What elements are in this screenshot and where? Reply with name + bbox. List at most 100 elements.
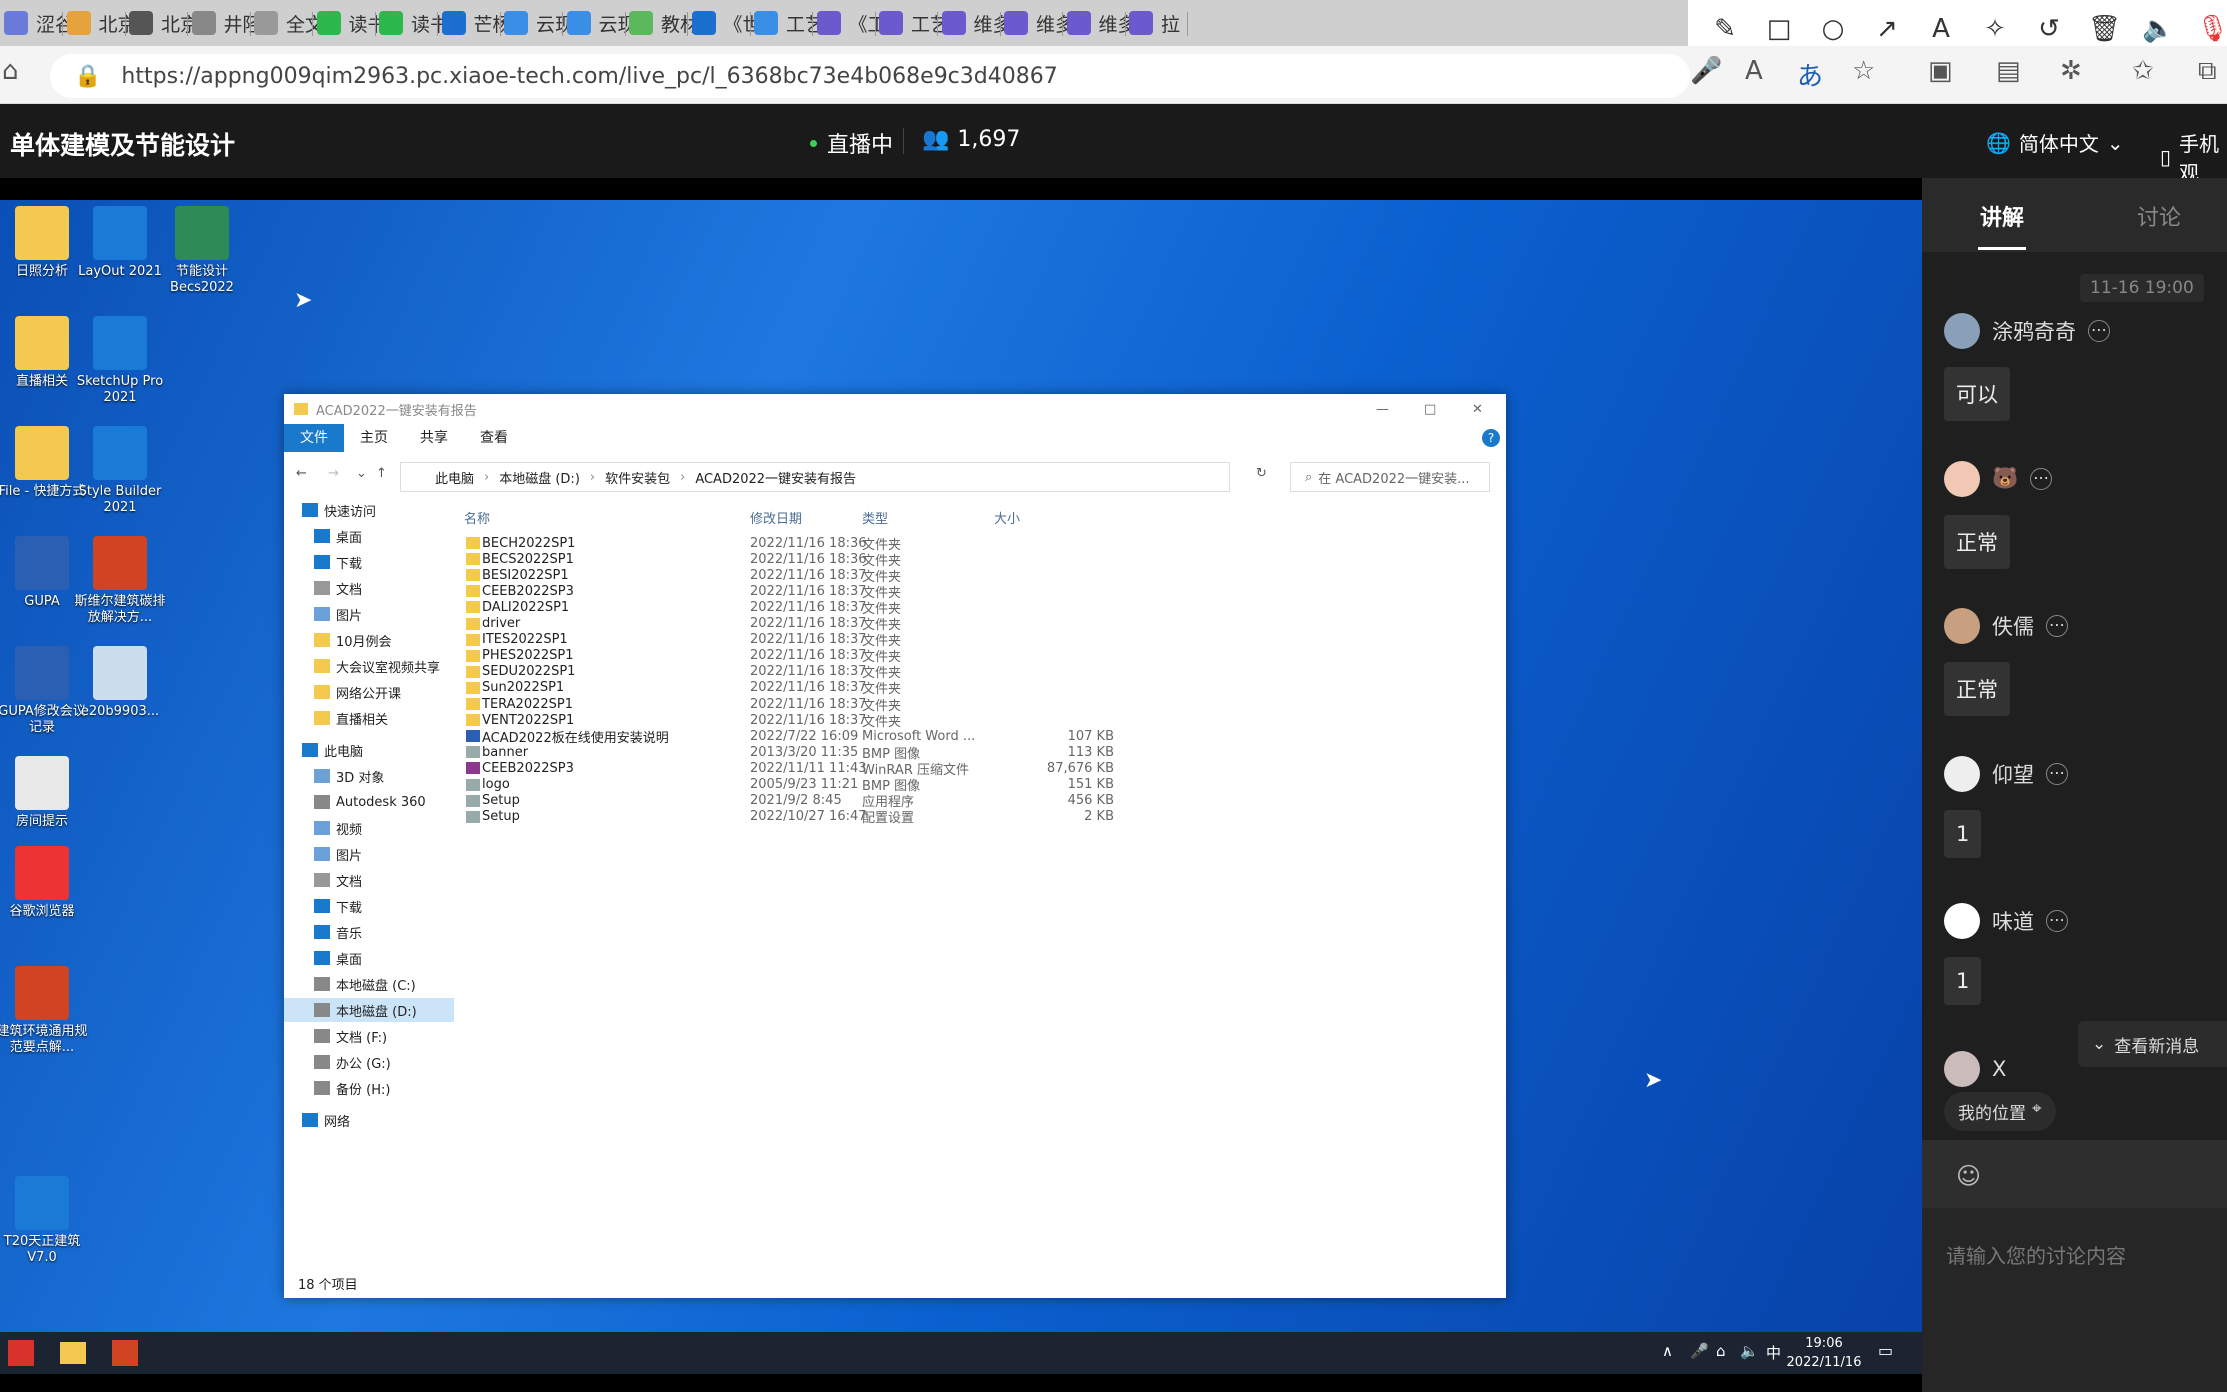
browser-tab[interactable]: 工艺 (754, 6, 824, 40)
live-video[interactable]: 日照分析 LayOut 2021 节能设计Becs2022 直播相关 SketchUp … (0, 178, 1922, 1392)
more-options-icon[interactable]: ⋯ (2030, 467, 2053, 490)
tab-discussion[interactable]: 讨论 (2137, 200, 2181, 232)
file-explorer-taskbar-icon[interactable] (60, 1342, 86, 1364)
favorite-add-icon[interactable]: ☆ (1852, 56, 1875, 86)
nav-item[interactable]: 10月例会 (314, 628, 392, 652)
browser-tab[interactable]: 井陉 (191, 6, 262, 40)
magic-wand-icon[interactable]: ✧ (1980, 14, 2010, 44)
nav-item[interactable]: 网络公开课 (314, 680, 401, 704)
browser-tab[interactable]: 云现 (566, 6, 637, 40)
nav-item[interactable]: Autodesk 360 (314, 790, 426, 814)
ribbon-tab-file[interactable]: 文件 (284, 424, 344, 452)
tray-mic-icon[interactable]: 🎤 (1690, 1342, 1709, 1360)
browser-tab[interactable]: 芒杨 (441, 6, 512, 40)
browser-tab[interactable]: 北京 (66, 6, 137, 40)
speaker-icon[interactable]: 🔈 (2142, 14, 2174, 44)
view-new-messages-button[interactable]: ⌄ 查看新消息 (2078, 1021, 2227, 1067)
ribbon-tab-home[interactable]: 主页 (344, 424, 404, 452)
nav-item[interactable]: 备份 (H:) (314, 1076, 390, 1100)
refresh-icon[interactable]: ↻ (1256, 466, 1267, 481)
nav-item[interactable]: 此电脑 (302, 738, 363, 762)
avatar[interactable] (1944, 903, 1980, 939)
nav-item[interactable]: 视频 (314, 816, 362, 840)
avatar[interactable] (1944, 755, 1980, 792)
my-position-button[interactable]: 我的位置 ⌖ (1944, 1092, 2056, 1131)
nav-item[interactable]: 图片 (314, 842, 362, 866)
arrow-icon[interactable]: ↗ (1872, 14, 1902, 44)
tray-chevron-icon[interactable]: ∧ (1662, 1342, 1673, 1360)
autocad-taskbar-icon[interactable] (8, 1340, 34, 1366)
column-size[interactable]: 大小 (994, 508, 1020, 527)
nav-item[interactable]: 文档 (F:) (314, 1024, 387, 1048)
notification-icon[interactable]: ▭ (1878, 1341, 1893, 1360)
browser-tab[interactable]: 维多 (1066, 6, 1137, 40)
desktop-icon[interactable]: 房间提示 (0, 756, 88, 830)
browser-tab[interactable]: 工艺 (879, 6, 949, 40)
language-select[interactable]: 🌐 简体中文 ⌄ (1986, 128, 2124, 157)
ribbon-tab-view[interactable]: 查看 (464, 424, 524, 452)
ribbon-tab-share[interactable]: 共享 (404, 424, 464, 452)
home-icon[interactable]: ⌂ (2, 56, 19, 86)
nav-item[interactable]: 3D 对象 (314, 764, 384, 788)
desktop-icon[interactable]: LayOut 2021 (74, 206, 166, 280)
browser-tab[interactable]: 教材 (629, 6, 699, 40)
browser-tab[interactable]: 全文 (254, 6, 324, 40)
desktop-icon[interactable]: 建筑环境通用规范要点解... (0, 966, 88, 1056)
url-field[interactable]: 🔒 https://appng009qim2963.pc.xiaoe-tech.… (50, 54, 1690, 98)
browser-tab[interactable]: 北京 (129, 6, 199, 40)
browser-tab[interactable]: 《世 (691, 6, 762, 40)
nav-item[interactable]: 大会议室视频共享 (314, 654, 440, 678)
more-options-icon[interactable]: ⋯ (2088, 320, 2110, 342)
avatar[interactable] (1944, 608, 1980, 644)
forward-arrow-icon[interactable]: → (328, 466, 339, 481)
browser-tab[interactable]: 拉 (1129, 6, 1180, 40)
browser-tab[interactable]: 《工 (816, 6, 887, 40)
recent-chevron-icon[interactable]: ⌄ (356, 466, 367, 481)
mic-icon[interactable]: 🎤 (1690, 56, 1722, 86)
trash-icon[interactable]: 🗑 (2088, 14, 2121, 44)
undo-icon[interactable]: ↺ (2034, 14, 2064, 44)
column-date[interactable]: 修改日期 (750, 508, 802, 527)
breadcrumb-item[interactable]: ACAD2022一键安装有报告 (695, 468, 856, 487)
network-icon[interactable]: ⌂ (1716, 1342, 1726, 1360)
browser-tab[interactable]: 读书 (316, 6, 387, 40)
browser-tab[interactable]: 维多 (1004, 6, 1074, 40)
desktop-icon[interactable]: e20b9903... (74, 646, 166, 720)
nav-item[interactable]: 办公 (G:) (314, 1050, 391, 1074)
file-row[interactable]: Setup 2022/10/27 16:47 配置设置 2 KB (464, 806, 1114, 828)
circle-icon[interactable]: ○ (1818, 14, 1848, 44)
ime-indicator[interactable]: 中 (1766, 1342, 1781, 1363)
desktop-icon[interactable]: Style Builder 2021 (74, 426, 166, 516)
explorer-search[interactable]: ⌕ 在 ACAD2022一键安装... (1290, 462, 1490, 492)
back-arrow-icon[interactable]: ← (296, 466, 307, 481)
browser-tab[interactable]: 读书 (379, 6, 449, 40)
close-icon[interactable]: ✕ (1472, 402, 1483, 417)
powerpoint-taskbar-icon[interactable] (112, 1340, 138, 1366)
more-options-icon[interactable]: ⋯ (2046, 615, 2068, 637)
avatar[interactable] (1944, 313, 1980, 349)
rectangle-icon[interactable]: □ (1764, 14, 1794, 44)
clock[interactable]: 19:06 2022/11/16 (1784, 1334, 1864, 1372)
nav-item[interactable]: 快速访问 (302, 498, 376, 522)
collections-icon[interactable]: ⧉ (2198, 56, 2217, 87)
column-type[interactable]: 类型 (862, 508, 888, 527)
nav-item[interactable]: 下载 (314, 550, 362, 574)
mic-muted-icon[interactable]: 🎙 (2196, 14, 2227, 44)
up-arrow-icon[interactable]: ↑ (376, 466, 387, 481)
more-options-icon[interactable]: ⋯ (2046, 762, 2068, 785)
favorites-icon[interactable]: ✩ (2132, 56, 2154, 86)
nav-item[interactable]: 音乐 (314, 920, 362, 944)
column-name[interactable]: 名称 (464, 508, 490, 527)
desktop-icon[interactable]: 谷歌浏览器 (0, 846, 88, 920)
nav-item[interactable]: 桌面 (314, 946, 362, 970)
avatar[interactable] (1944, 460, 1980, 497)
nav-item[interactable]: 文档 (314, 576, 362, 600)
volume-icon[interactable]: 🔈 (1740, 1342, 1759, 1360)
tab-lecture[interactable]: 讲解 (1980, 200, 2024, 232)
avatar[interactable] (1944, 1050, 1980, 1087)
nav-item[interactable]: 下载 (314, 894, 362, 918)
desktop-icon[interactable]: T20天正建筑V7.0 (0, 1176, 88, 1266)
nav-item[interactable]: 网络 (302, 1108, 350, 1132)
maximize-icon[interactable]: □ (1424, 402, 1436, 417)
emoji-icon[interactable]: ☺ (1956, 1162, 1981, 1190)
